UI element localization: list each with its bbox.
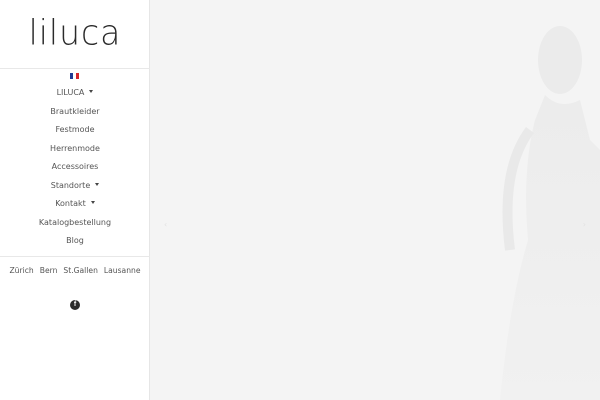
nav-item-liluca[interactable]: LILUCA — [0, 84, 150, 103]
main-nav: LILUCA Brautkleider Festmode Herrenmode … — [0, 84, 150, 251]
location-link-lausanne[interactable]: Lausanne — [104, 266, 141, 275]
slider-next-arrow[interactable]: › — [583, 220, 586, 229]
divider — [0, 68, 150, 69]
nav-item-standorte[interactable]: Standorte — [0, 177, 150, 196]
divider — [0, 256, 150, 257]
location-link-zurich[interactable]: Zürich — [9, 266, 33, 275]
nav-item-festmode[interactable]: Festmode — [0, 121, 150, 140]
nav-item-katalogbestellung[interactable]: Katalogbestellung — [0, 214, 150, 233]
hero-image — [150, 0, 600, 400]
nav-item-brautkleider[interactable]: Brautkleider — [0, 103, 150, 122]
logo[interactable]: liluca — [0, 0, 150, 68]
location-links: Zürich Bern St.Gallen Lausanne — [0, 266, 150, 275]
chevron-down-icon — [95, 182, 100, 186]
sidebar: liluca LILUCA Brautkleider Festmode Herr… — [0, 0, 150, 400]
slider-prev-arrow[interactable]: ‹ — [164, 220, 167, 229]
facebook-icon[interactable]: f — [70, 300, 80, 310]
chevron-down-icon — [90, 201, 95, 204]
nav-item-kontakt[interactable]: Kontakt — [0, 195, 150, 214]
location-link-bern[interactable]: Bern — [40, 266, 58, 275]
nav-item-accessoires[interactable]: Accessoires — [0, 158, 150, 177]
location-link-stgallen[interactable]: St.Gallen — [63, 266, 97, 275]
chevron-down-icon — [89, 90, 94, 93]
french-flag-icon[interactable] — [70, 73, 79, 79]
logo-text[interactable]: liluca — [29, 12, 122, 53]
nav-item-blog[interactable]: Blog — [0, 232, 150, 251]
nav-item-herrenmode[interactable]: Herrenmode — [0, 140, 150, 159]
hero-slider: ‹ › — [150, 0, 600, 400]
